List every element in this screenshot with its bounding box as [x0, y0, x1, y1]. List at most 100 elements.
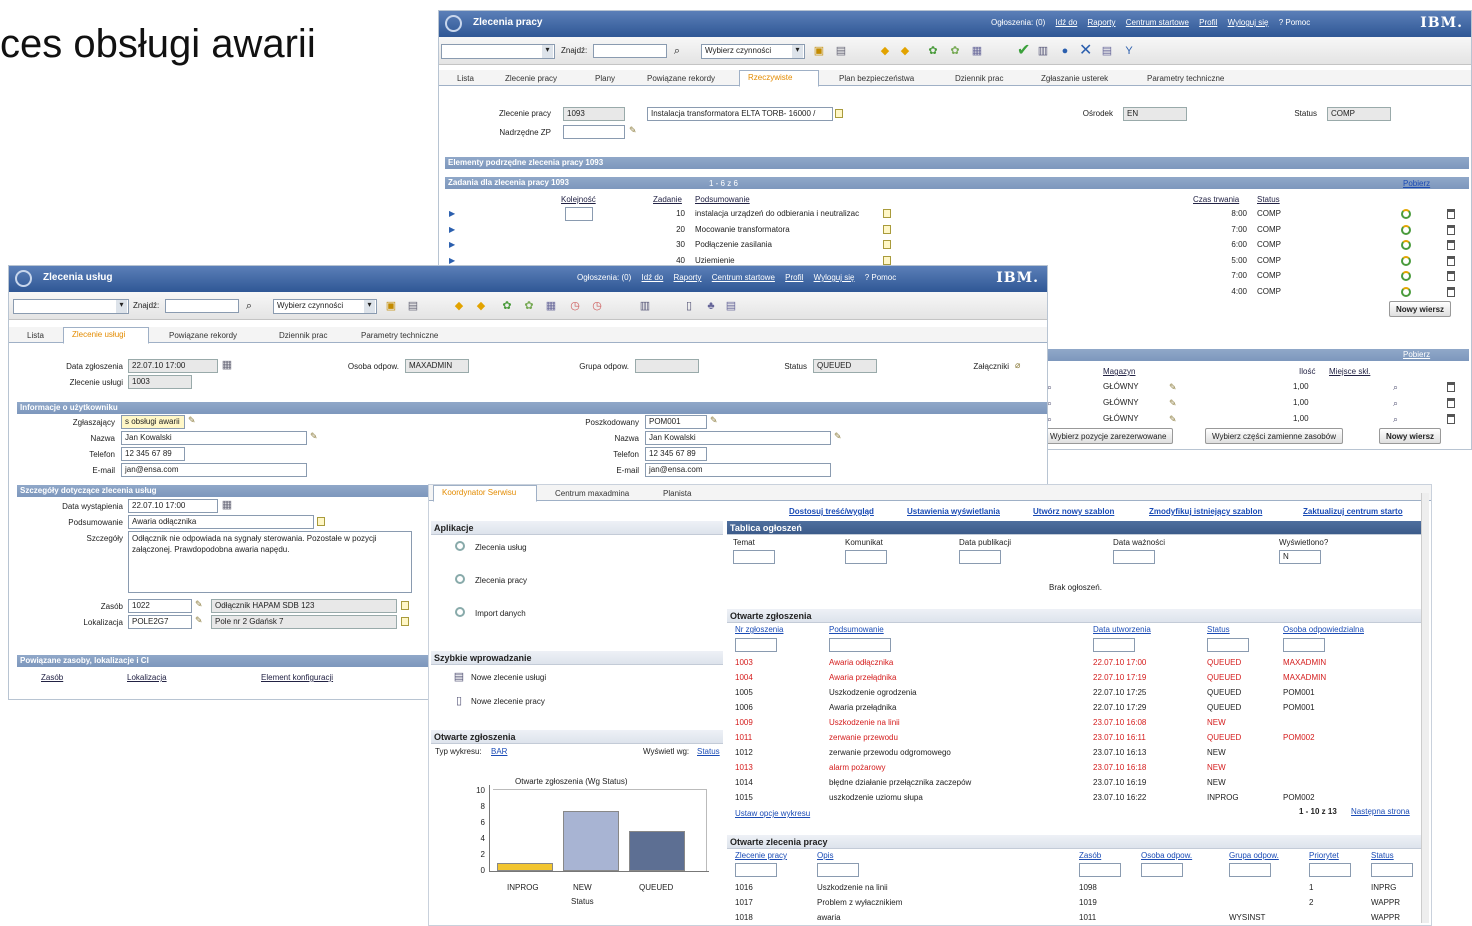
- chart-options-link[interactable]: Ustaw opcje wykresu: [735, 809, 810, 818]
- col-location[interactable]: Lokalizacja: [127, 673, 167, 682]
- app-link[interactable]: Zlecenia usług: [475, 543, 527, 552]
- col-asset[interactable]: Zasób: [41, 673, 63, 682]
- save-icon[interactable]: ▣: [813, 45, 825, 57]
- nav-signout[interactable]: Wyloguj się: [814, 273, 855, 282]
- assign-icon[interactable]: ✿: [949, 45, 961, 57]
- nav-goto[interactable]: Idź do: [641, 273, 663, 282]
- wo-filter-input[interactable]: [1309, 863, 1351, 877]
- delete-icon[interactable]: [1447, 240, 1455, 250]
- wo-query-select[interactable]: [441, 44, 555, 59]
- affected-field[interactable]: POM001: [645, 415, 707, 429]
- tab-service-request[interactable]: Zlecenie usługi: [63, 327, 149, 344]
- long-desc-icon[interactable]: [317, 517, 325, 526]
- storeroom-detail-icon[interactable]: ✎: [1169, 398, 1177, 409]
- select-spare-parts-button[interactable]: Wybierz części zamienne zasobów: [1205, 428, 1343, 444]
- nav-reports[interactable]: Raporty: [1088, 18, 1116, 27]
- sr-find-input[interactable]: [165, 299, 239, 313]
- reporter-email-field[interactable]: jan@ensa.com: [121, 463, 307, 477]
- delete-icon[interactable]: [1447, 209, 1455, 219]
- col-status[interactable]: Status: [1257, 195, 1280, 204]
- owner-group-field[interactable]: [635, 359, 699, 373]
- open-ticket-id[interactable]: 1006: [735, 703, 753, 712]
- new-template-link[interactable]: Utwórz nowy szablon: [1033, 507, 1114, 516]
- delete-icon[interactable]: [1447, 271, 1455, 281]
- parent-wo-field[interactable]: [563, 125, 625, 139]
- open-col-header[interactable]: Status: [1207, 625, 1230, 634]
- col-quantity[interactable]: Ilość: [1299, 367, 1315, 376]
- nav-bulletins[interactable]: Ogłoszenia: (0): [991, 18, 1045, 27]
- bin-lookup-icon[interactable]: ⌕: [1393, 382, 1398, 393]
- wo-filter-input[interactable]: [1079, 863, 1121, 877]
- open-ticket-id[interactable]: 1003: [735, 658, 753, 667]
- tab-related[interactable]: Powiązane rekordy: [161, 329, 245, 343]
- wo-action-select[interactable]: Wybierz czynności: [701, 44, 805, 59]
- task-sequence-field[interactable]: [565, 207, 593, 221]
- owner-field[interactable]: MAXADMIN: [405, 359, 469, 373]
- row-expand-icon[interactable]: ▶: [449, 240, 455, 249]
- task-long-desc-icon[interactable]: [883, 255, 891, 265]
- bulletin-filter-input[interactable]: N: [1279, 550, 1321, 564]
- tab-list[interactable]: Lista: [449, 72, 482, 86]
- print-icon[interactable]: ▤: [835, 45, 847, 57]
- summary-field[interactable]: Awaria odłącznika: [128, 515, 314, 529]
- delete-icon[interactable]: [1447, 382, 1455, 392]
- open-wo-id[interactable]: 1018: [735, 913, 753, 922]
- sr-query-select[interactable]: [13, 299, 129, 314]
- wo-find-input[interactable]: [593, 44, 667, 58]
- location-description-field[interactable]: Pole nr 2 Gdańsk 7: [211, 615, 397, 629]
- tab-specs[interactable]: Parametry techniczne: [353, 329, 446, 343]
- report-date-field[interactable]: 22.07.10 17:00: [128, 359, 218, 373]
- delete-icon[interactable]: [1447, 414, 1455, 424]
- nav-bulletins[interactable]: Ogłoszenia: (0): [577, 273, 631, 282]
- show-by-link[interactable]: Status: [697, 747, 720, 756]
- col-ci[interactable]: Element konfiguracji: [261, 673, 333, 682]
- bulletin-filter-input[interactable]: [733, 550, 775, 564]
- sr-status-field[interactable]: QUEUED: [813, 359, 877, 373]
- print-icon[interactable]: ▤: [407, 300, 419, 312]
- tab-specs[interactable]: Parametry techniczne: [1139, 72, 1232, 86]
- wo-number-field[interactable]: 1093: [563, 107, 625, 121]
- bin-lookup-icon[interactable]: ⌕: [1393, 414, 1398, 425]
- cancel-icon[interactable]: ✕: [1079, 43, 1092, 59]
- open-ticket-id[interactable]: 1004: [735, 673, 753, 682]
- reporter-name-icon[interactable]: ✎: [310, 431, 318, 442]
- open-ticket-summary[interactable]: zerwanie przewodu odgromowego: [829, 748, 951, 757]
- select-reserved-button[interactable]: Wybierz pozycje zarezerwowane: [1043, 428, 1174, 444]
- col-summary[interactable]: Podsumowanie: [695, 195, 750, 204]
- copy-icon[interactable]: ▦: [971, 45, 983, 57]
- app-link[interactable]: Import danych: [475, 609, 526, 618]
- delete-icon[interactable]: [1447, 224, 1455, 235]
- wo-filter-input[interactable]: [1141, 863, 1183, 877]
- binoculars-icon[interactable]: ⌕: [243, 300, 255, 312]
- affected-detail-icon[interactable]: ✎: [710, 415, 718, 426]
- long-desc-icon[interactable]: [835, 109, 843, 118]
- bulletin-filter-input[interactable]: [1113, 550, 1155, 564]
- route-icon[interactable]: [1401, 240, 1411, 250]
- wo-col-header[interactable]: Opis: [817, 851, 833, 860]
- customize-link[interactable]: Dostosuj treść/wygląd: [789, 507, 874, 516]
- details-textarea[interactable]: Odłącznik nie odpowiada na sygnały stero…: [128, 531, 412, 593]
- asset-description-field[interactable]: Odłącznik HAPAM SDB 123: [211, 599, 397, 613]
- wo-col-header[interactable]: Status: [1371, 851, 1394, 860]
- route-icon[interactable]: [1401, 286, 1411, 297]
- wo-status-field[interactable]: COMP: [1327, 107, 1391, 121]
- calendar-icon[interactable]: ▦: [221, 359, 233, 371]
- open-ticket-id[interactable]: 1015: [735, 793, 753, 802]
- row-expand-icon[interactable]: ▶: [449, 256, 455, 265]
- affected-name-icon[interactable]: ✎: [834, 431, 842, 442]
- timer-icon[interactable]: ◷: [569, 300, 581, 312]
- wo-filter-input[interactable]: [1229, 863, 1271, 877]
- task-long-desc-icon[interactable]: [883, 224, 891, 234]
- materials-download-link[interactable]: Pobierz: [1403, 350, 1430, 359]
- wo-filter-input[interactable]: [817, 863, 859, 877]
- next-icon[interactable]: ◆: [899, 45, 911, 57]
- location-field[interactable]: POLE2G7: [128, 615, 192, 629]
- col-storeroom[interactable]: Magazyn: [1103, 367, 1135, 376]
- tab-work-order[interactable]: Zlecenie pracy: [497, 72, 565, 86]
- nav-goto[interactable]: Idź do: [1055, 18, 1077, 27]
- wo-filter-input[interactable]: [1371, 863, 1413, 877]
- report-icon[interactable]: ▤: [725, 300, 737, 312]
- people-icon[interactable]: ♣: [705, 300, 717, 312]
- chart-icon[interactable]: ▥: [1037, 45, 1049, 57]
- open-ticket-summary[interactable]: Uszkodzenie na linii: [829, 718, 900, 727]
